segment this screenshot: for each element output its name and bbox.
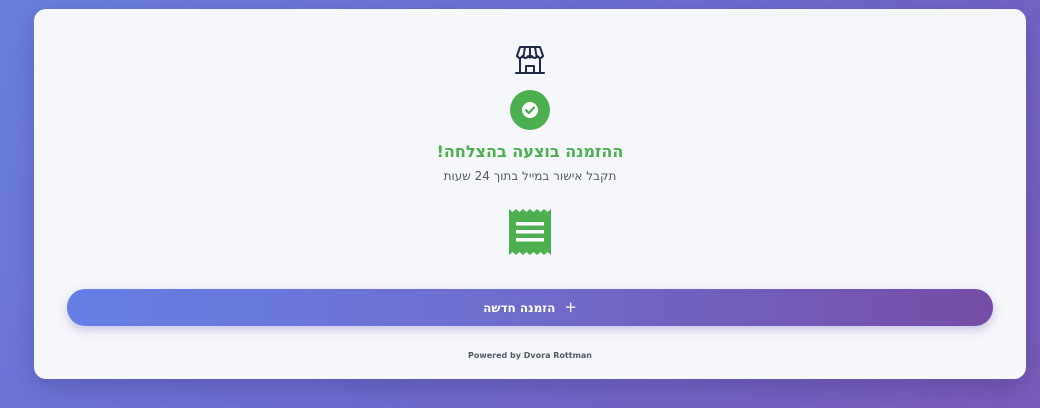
new-order-button[interactable]: + הזמנה חדשה: [67, 289, 993, 326]
powered-by-footer: Powered by Dvora Rottman: [468, 351, 592, 360]
check-circle-icon: [510, 90, 550, 130]
success-title: ההזמנה בוצעה בהצלחה!: [436, 142, 624, 161]
confirmation-card: ההזמנה בוצעה בהצלחה! תקבל אישור במייל בת…: [34, 9, 1026, 379]
success-subtitle: תקבל אישור במייל בתוך 24 שעות: [443, 169, 617, 183]
new-order-label: הזמנה חדשה: [483, 300, 556, 315]
receipt-icon: [509, 209, 551, 255]
store-icon: [513, 43, 547, 77]
plus-icon: +: [564, 298, 577, 316]
